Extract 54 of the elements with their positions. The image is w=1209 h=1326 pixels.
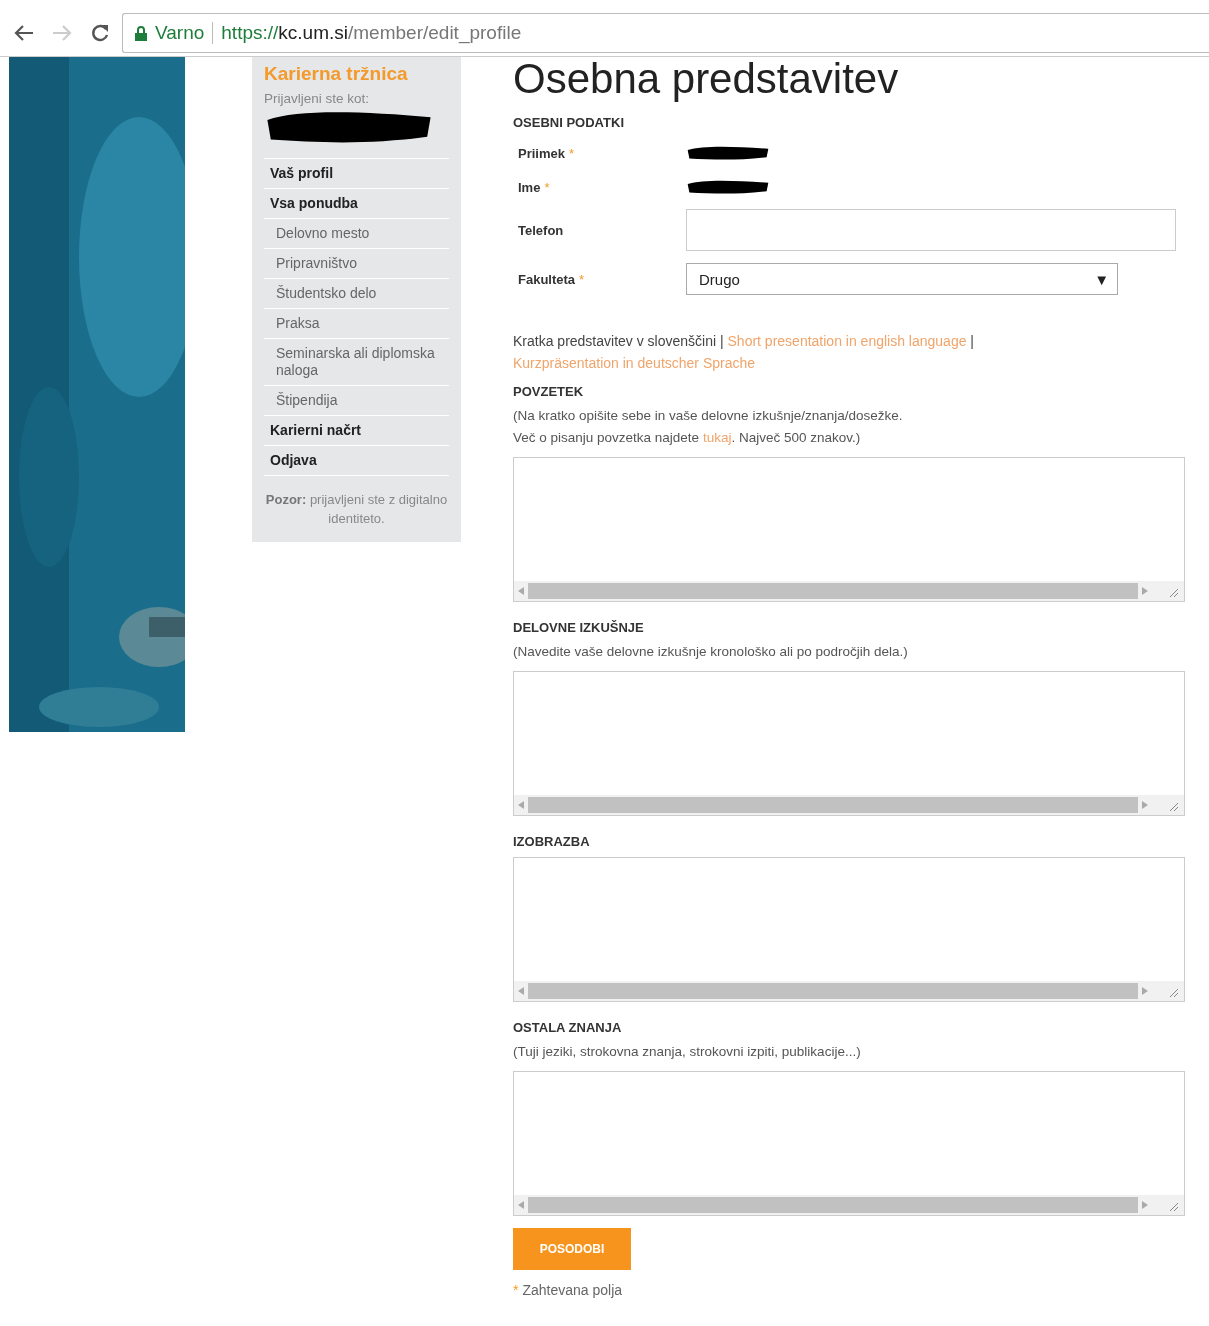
scroll-left-icon xyxy=(518,801,524,809)
scroll-left-icon xyxy=(518,1201,524,1209)
field-label: Fakulteta * xyxy=(517,271,586,287)
scroll-right-icon xyxy=(1142,1201,1148,1209)
section-heading: OSTALA ZNANJA xyxy=(513,1020,623,1035)
lock-icon xyxy=(135,25,147,41)
section-heading: OSEBNI PODATKI xyxy=(513,115,625,130)
section-heading: POVZETEK xyxy=(513,384,585,399)
sidebar-title: Karierna tržnica xyxy=(264,63,409,85)
page-title: Osebna predstavitev xyxy=(513,57,900,101)
field-label: Telefon xyxy=(517,222,565,238)
text-area[interactable] xyxy=(513,671,1185,816)
secure-label: Varno xyxy=(155,22,205,44)
hint-text: (Tuji jeziki, strokovna znanja, strokovni izpiti, publikacije...) xyxy=(513,1043,862,1061)
menu-item[interactable]: Pripravništvo xyxy=(264,249,449,279)
text-area[interactable] xyxy=(513,1071,1185,1216)
menu-item[interactable]: Seminarska ali diplomska naloga xyxy=(264,339,449,386)
menu-item[interactable]: Štipendija xyxy=(264,386,449,416)
reload-icon xyxy=(90,23,110,43)
forward-arrow-icon xyxy=(52,24,72,42)
text-area[interactable] xyxy=(513,857,1185,1002)
scrollbar-thumb[interactable] xyxy=(528,797,1138,813)
menu-item[interactable]: Vsa ponudba xyxy=(264,189,449,219)
address-bar[interactable]: Varno https://kc.um.si/member/edit_profile xyxy=(122,13,1209,53)
scrollbar-thumb[interactable] xyxy=(528,983,1138,999)
menu-item[interactable]: Karierni načrt xyxy=(264,416,449,446)
back-arrow-icon xyxy=(14,24,34,42)
hint-text: Več o pisanju povzetka najdete tukaj. Največ 500 znakov.) xyxy=(513,429,862,447)
phone-input[interactable] xyxy=(686,209,1176,251)
scroll-left-icon xyxy=(518,987,524,995)
scroll-right-icon xyxy=(1142,587,1148,595)
text-area[interactable] xyxy=(513,457,1185,602)
language-links-text: Kratka predstavitev v slovenščini | Short presentation in english language | Kurzpräsentation in deutscher Sprache xyxy=(513,332,975,373)
scroll-right-icon xyxy=(1142,801,1148,809)
section-heading: IZOBRAZBA xyxy=(513,834,591,849)
menu-item[interactable]: Praksa xyxy=(264,309,449,339)
menu-item[interactable]: Vaš profil xyxy=(264,159,449,189)
hint-text: (Na kratko opišite sebe in vaše delovne izkušnje/znanja/dosežke. xyxy=(513,407,904,425)
logged-in-label: Prijavljeni ste kot: xyxy=(264,91,371,106)
scroll-left-icon xyxy=(518,587,524,595)
menu-item[interactable]: Študentsko delo xyxy=(264,279,449,309)
menu-item[interactable]: Delovno mesto xyxy=(264,219,449,249)
required-fields-note: * Zahtevana polja xyxy=(513,1282,624,1298)
hint-text: (Navedite vaše delovne izkušnje kronološko ali po področjih dela.) xyxy=(513,643,909,661)
field-label: Ime * xyxy=(517,179,551,195)
field-label: Priimek * xyxy=(517,145,576,161)
notice-text: Pozor: prijavljeni ste z digitalno identiteto. xyxy=(264,491,449,528)
menu-item[interactable]: Odjava xyxy=(264,446,449,476)
scrollbar-thumb[interactable] xyxy=(528,1197,1138,1213)
section-heading: DELOVNE IZKUŠNJE xyxy=(513,620,645,635)
scrollbar-thumb[interactable] xyxy=(528,583,1138,599)
url-text: https://kc.um.si/member/edit_profile xyxy=(221,22,522,44)
faculty-select[interactable]: Drugo ▼ xyxy=(686,263,1118,295)
scroll-right-icon xyxy=(1142,987,1148,995)
